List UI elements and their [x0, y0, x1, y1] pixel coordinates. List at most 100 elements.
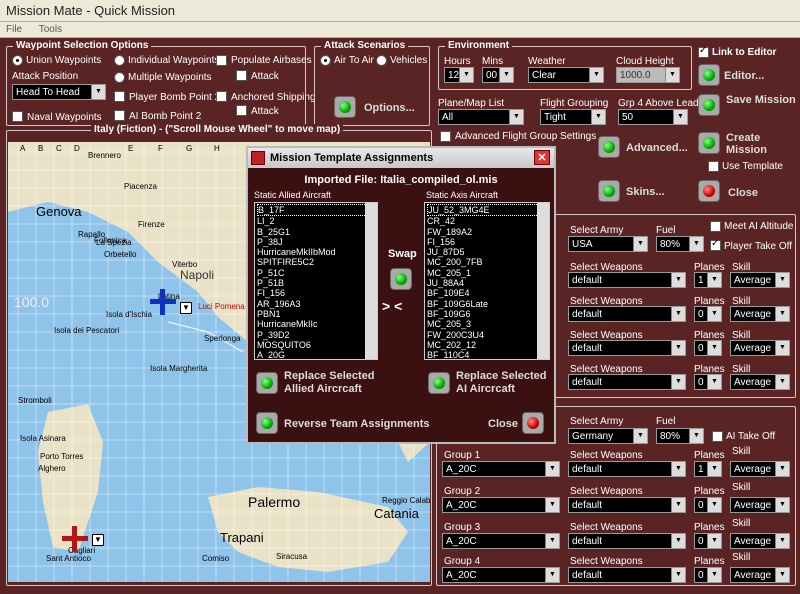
close-main-button[interactable]: [698, 180, 720, 202]
aircraft-list-item[interactable]: P_38J: [257, 237, 375, 247]
anchored-shipping-checkbox[interactable]: [216, 91, 227, 102]
menu-file[interactable]: File: [6, 24, 22, 35]
axis-aircraft-select[interactable]: A_20C ▼: [442, 497, 560, 513]
dialog-close-button[interactable]: [522, 412, 544, 434]
aircraft-list-item[interactable]: CR_42: [427, 216, 547, 226]
allied-army-select[interactable]: USA ▼: [568, 236, 648, 252]
axis-skill-select[interactable]: Average ▼: [730, 461, 790, 477]
swap-button[interactable]: [390, 268, 412, 290]
save-mission-label[interactable]: Save Mission: [726, 94, 796, 106]
allied-weapons-select[interactable]: default ▼: [568, 340, 686, 356]
allied-skill-select[interactable]: Average ▼: [730, 306, 790, 322]
aircraft-list-item[interactable]: FI_156: [427, 237, 547, 247]
axis-waypoint-marker-icon[interactable]: ▼: [92, 534, 104, 546]
create-mission-button[interactable]: [698, 132, 720, 154]
axis-army-select[interactable]: Germany ▼: [568, 428, 648, 444]
dialog-close-label[interactable]: Close: [488, 418, 518, 430]
axis-skill-select[interactable]: Average ▼: [730, 497, 790, 513]
union-waypoints-radio[interactable]: [12, 55, 23, 66]
weather-select[interactable]: Clear ▼: [528, 67, 604, 83]
player-bomb-checkbox[interactable]: [114, 91, 125, 102]
allied-planes-select[interactable]: 0 ▼: [694, 374, 722, 390]
axis-aircraft-select[interactable]: A_20C ▼: [442, 533, 560, 549]
aircraft-list-item[interactable]: MC_205_1: [427, 268, 547, 278]
populate-airbases-checkbox[interactable]: [216, 55, 227, 66]
allied-skill-select[interactable]: Average ▼: [730, 340, 790, 356]
ai-takeoff-checkbox[interactable]: [712, 431, 723, 442]
multiple-waypoints-radio[interactable]: [114, 72, 125, 83]
save-mission-button[interactable]: [698, 94, 720, 116]
aircraft-list-item[interactable]: PBN1: [257, 309, 375, 319]
skins-label[interactable]: Skins...: [626, 186, 665, 198]
cloud-height-select[interactable]: 1000.0 ▼: [616, 67, 680, 83]
aircraft-list-item[interactable]: BF_109E4: [427, 288, 547, 298]
axis-skill-select[interactable]: Average ▼: [730, 533, 790, 549]
link-editor-checkbox[interactable]: [698, 45, 709, 58]
close-main-label[interactable]: Close: [728, 187, 758, 199]
menu-tools[interactable]: Tools: [39, 24, 62, 35]
aircraft-list-item[interactable]: JU_87D5: [427, 247, 547, 257]
air-to-air-radio[interactable]: [320, 55, 331, 66]
aircraft-list-item[interactable]: JU_52_3MG4E: [427, 204, 547, 217]
aircraft-list-item[interactable]: LI_2: [257, 216, 375, 226]
plane-map-select[interactable]: All ▼: [438, 109, 524, 125]
replace-ai-label[interactable]: Replace Selected AI Aircrcaft: [456, 370, 547, 396]
aircraft-list-item[interactable]: P_51B: [257, 278, 375, 288]
hours-select[interactable]: 12 ▼: [444, 67, 474, 83]
allied-fuel-select[interactable]: 80% ▼: [656, 236, 704, 252]
aircraft-list-item[interactable]: BF_110C4: [427, 350, 547, 359]
options-label[interactable]: Options...: [364, 102, 415, 114]
attack-checkbox-2[interactable]: [236, 105, 247, 116]
axis-weapons-select[interactable]: default ▼: [568, 567, 686, 583]
aircraft-list-item[interactable]: JU_88A4: [427, 278, 547, 288]
axis-planes-select[interactable]: 0 ▼: [694, 497, 722, 513]
advanced-button[interactable]: [598, 136, 620, 158]
aircraft-list-item[interactable]: FW_189A2: [427, 227, 547, 237]
player-takeoff-checkbox[interactable]: [710, 238, 721, 251]
allied-plane-icon[interactable]: [148, 287, 178, 317]
aircraft-list-item[interactable]: P_39D2: [257, 330, 375, 340]
allied-waypoint-marker-icon[interactable]: ▼: [180, 302, 192, 314]
skins-button[interactable]: [598, 180, 620, 202]
aircraft-list-item[interactable]: P_51C: [257, 268, 375, 278]
options-button[interactable]: [334, 96, 356, 118]
aircraft-list-item[interactable]: AR_196A3: [257, 299, 375, 309]
aircraft-list-item[interactable]: BF_109G6Late: [427, 299, 547, 309]
editor-label[interactable]: Editor...: [724, 70, 764, 82]
close-icon[interactable]: ✕: [534, 150, 550, 165]
axis-aircraft-select[interactable]: A_20C ▼: [442, 461, 560, 477]
axis-planes-select[interactable]: 1 ▼: [694, 461, 722, 477]
advanced-label[interactable]: Advanced...: [626, 142, 688, 154]
axis-aircraft-list[interactable]: JU_52_3MG4E CR_42 FW_189A2 FI_156 JU_87D5 MC_…: [424, 202, 550, 360]
allied-skill-select[interactable]: Average ▼: [730, 272, 790, 288]
allied-planes-select[interactable]: 0 ▼: [694, 306, 722, 322]
allied-weapons-select[interactable]: default ▼: [568, 272, 686, 288]
vehicles-radio[interactable]: [376, 55, 387, 66]
create-mission-label[interactable]: Create Mission: [726, 132, 786, 156]
editor-button[interactable]: [698, 64, 720, 86]
allied-planes-select[interactable]: 0 ▼: [694, 340, 722, 356]
aircraft-list-item[interactable]: A_20G: [257, 350, 375, 359]
individual-waypoints-radio[interactable]: [114, 55, 125, 66]
scrollbar[interactable]: [537, 203, 549, 359]
aircraft-list-item[interactable]: FW_200C3U4: [427, 330, 547, 340]
attack-position-select[interactable]: Head To Head ▼: [12, 84, 106, 100]
axis-skill-select[interactable]: Average ▼: [730, 567, 790, 583]
replace-allied-button[interactable]: [256, 372, 278, 394]
axis-planes-select[interactable]: 0 ▼: [694, 567, 722, 583]
axis-fuel-select[interactable]: 80% ▼: [656, 428, 704, 444]
axis-aircraft-select[interactable]: A_20C ▼: [442, 567, 560, 583]
replace-allied-label[interactable]: Replace Selected Allied Aircrcaft: [284, 370, 375, 396]
allied-aircraft-list[interactable]: B_17F LI_2 B_25G1 P_38J HurricaneMkIIbMod SPI…: [254, 202, 378, 360]
reverse-team-label[interactable]: Reverse Team Assignments: [284, 418, 430, 430]
aircraft-list-item[interactable]: MOSQUITO6: [257, 340, 375, 350]
aircraft-list-item[interactable]: SPITFIRE5C2: [257, 257, 375, 267]
axis-weapons-select[interactable]: default ▼: [568, 461, 686, 477]
replace-ai-button[interactable]: [428, 372, 450, 394]
axis-plane-icon[interactable]: [60, 524, 90, 554]
advanced-settings-checkbox[interactable]: [440, 131, 451, 142]
flight-grouping-select[interactable]: Tight ▼: [540, 109, 606, 125]
naval-waypoints-checkbox[interactable]: [12, 111, 23, 122]
axis-weapons-select[interactable]: default ▼: [568, 533, 686, 549]
axis-planes-select[interactable]: 0 ▼: [694, 533, 722, 549]
